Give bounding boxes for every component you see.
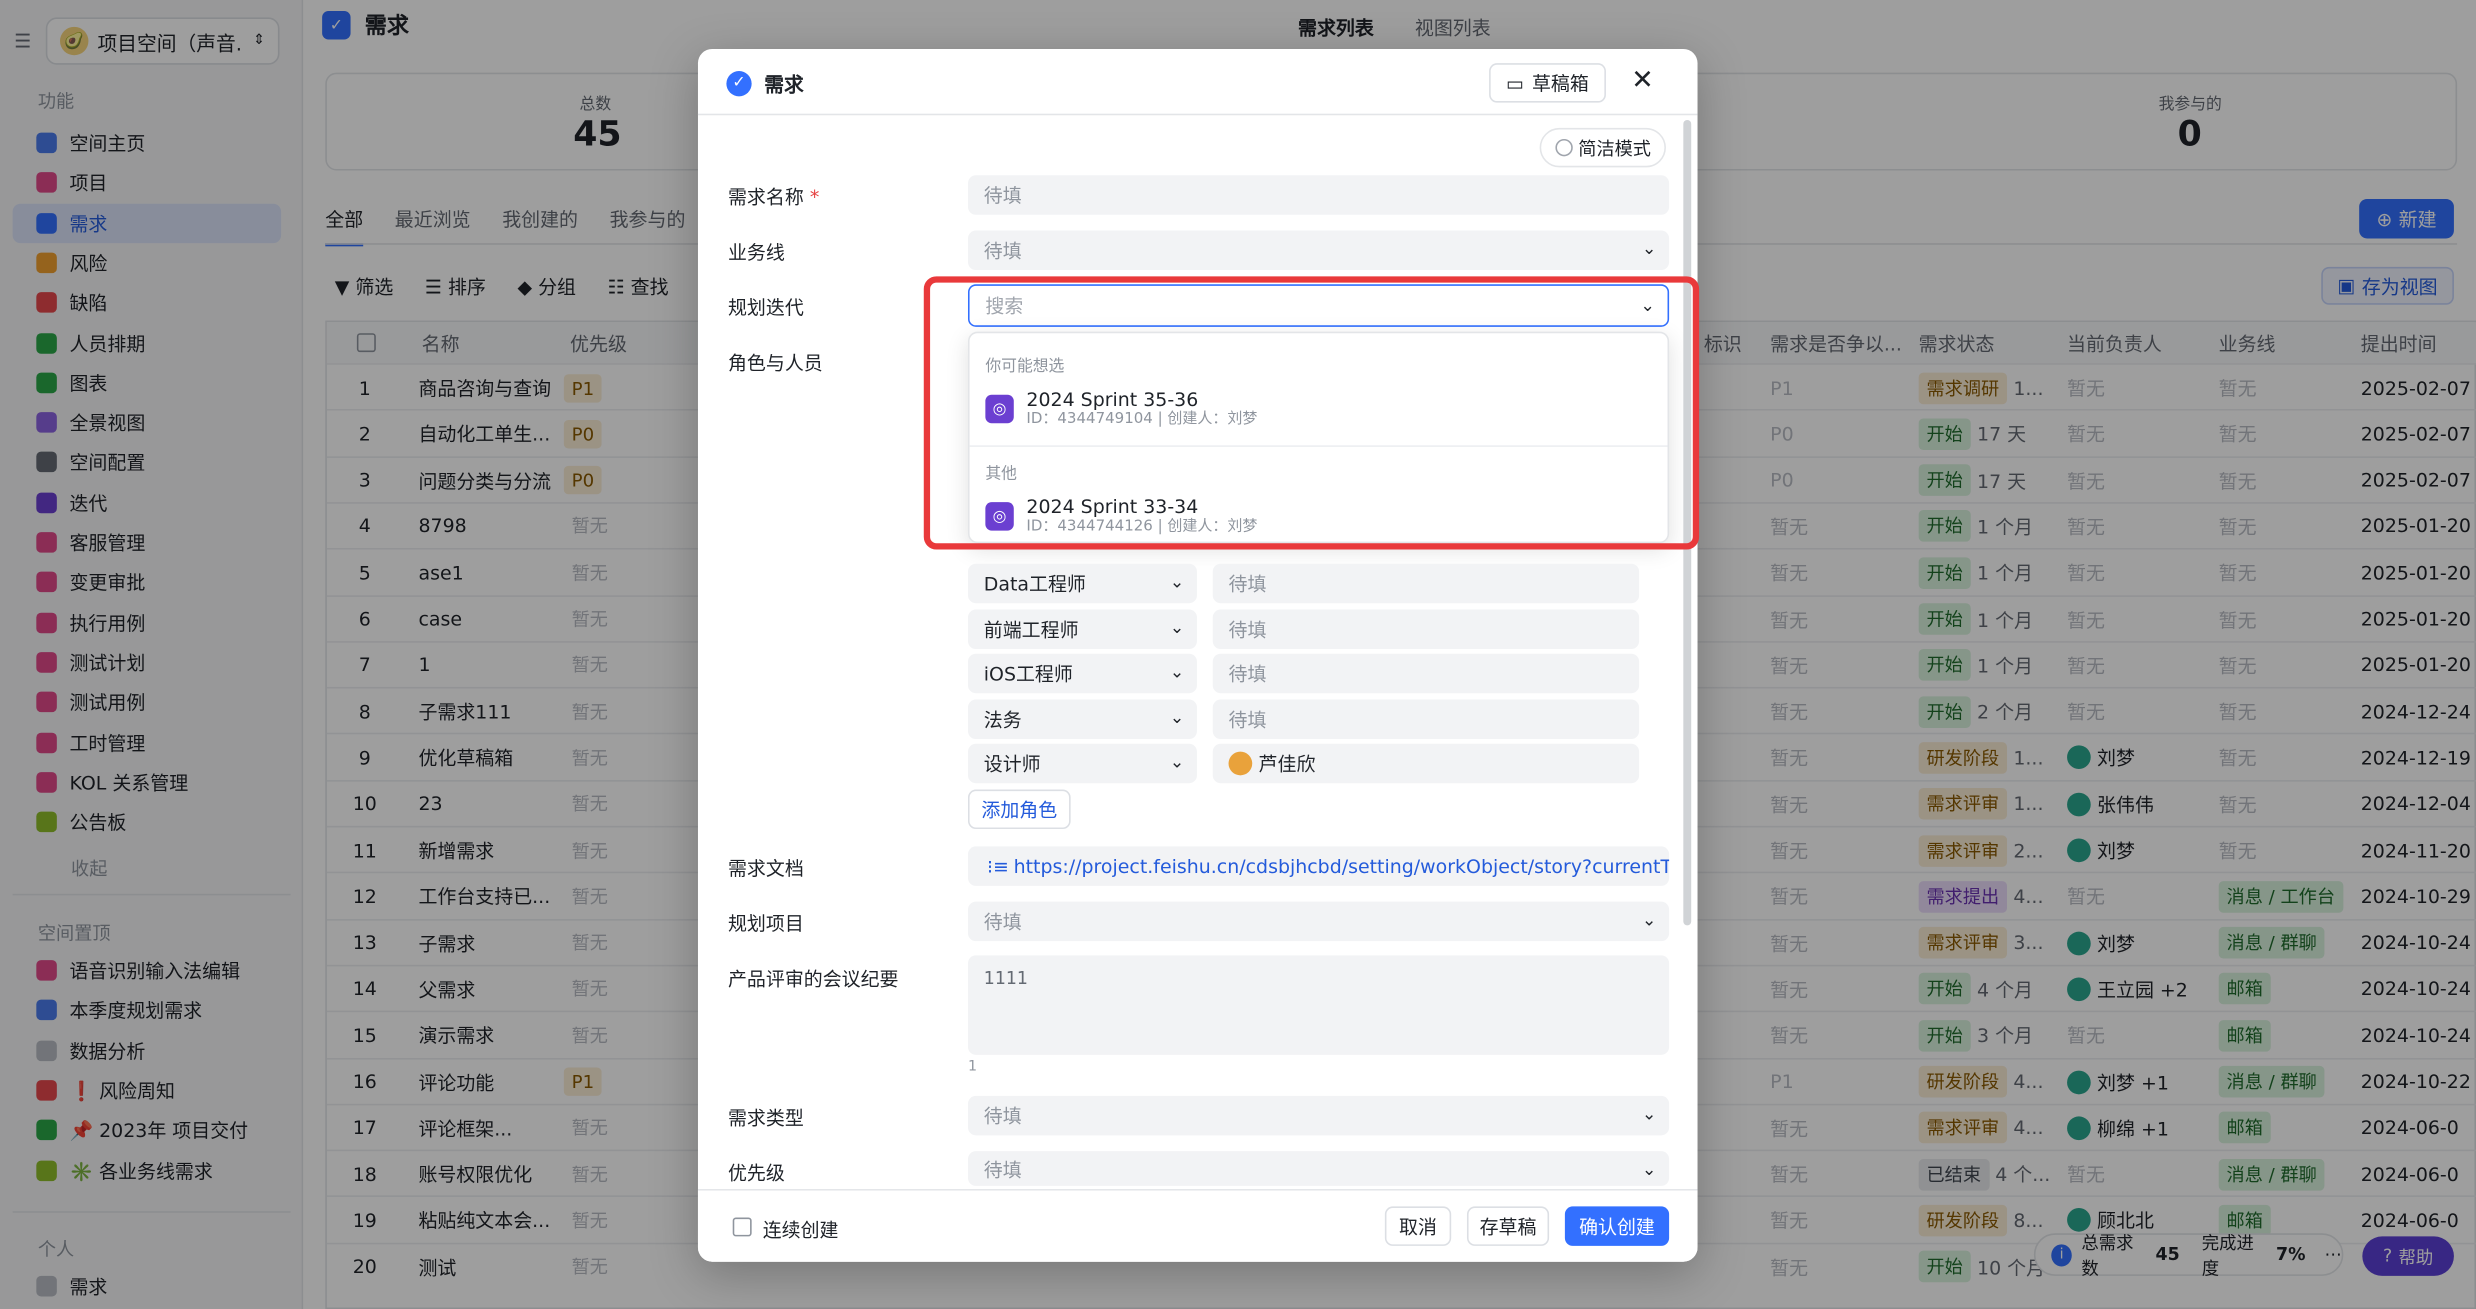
chevron-down-icon: ⌄ (1169, 661, 1185, 683)
avatar (1228, 751, 1253, 776)
chevron-down-icon: ⌄ (1641, 1103, 1657, 1125)
doc-label: 需求文档 (727, 857, 804, 880)
biz-label: 业务线 (727, 241, 785, 264)
radio-icon (1554, 138, 1572, 157)
role-select[interactable]: 法务 ⌄ (967, 698, 1197, 739)
modal-title-group: ✓ 需求 (726, 68, 804, 98)
role-select[interactable]: 前端工程师 ⌄ (967, 608, 1197, 649)
continuous-checkbox[interactable] (732, 1217, 752, 1237)
highlight-box (923, 276, 1700, 550)
name-label-text: 需求名称 (727, 186, 804, 209)
modal-header: ✓ 需求 ▭ 草稿箱 ✕ (697, 49, 1698, 116)
simple-mode-toggle[interactable]: 简洁模式 (1539, 127, 1666, 168)
minutes-label: 产品评审的会议纪要 (727, 967, 899, 991)
draft-box-label: 草稿箱 (1531, 72, 1589, 95)
role-person-input[interactable]: 待填 (1212, 653, 1640, 694)
project-placeholder: 待填 (983, 911, 1022, 934)
role-name: iOS工程师 (983, 663, 1073, 686)
modal-footer: 连续创建 取消 存草稿 确认创建 (697, 1189, 1698, 1262)
list-icon: ⁝≡ (986, 855, 1009, 878)
continuous-label: 连续创建 (762, 1219, 839, 1242)
priority-placeholder: 待填 (983, 1158, 1022, 1181)
role-name: Data工程师 (983, 573, 1086, 596)
doc-link-text: https://project.feishu.cn/cdsbjhcbd/sett… (1013, 855, 1670, 878)
priority-label: 优先级 (727, 1162, 785, 1185)
role-person-value: 待填 (1228, 663, 1267, 686)
chevron-down-icon: ⌄ (1169, 616, 1185, 638)
role-person-value: 待填 (1228, 618, 1267, 641)
biz-select[interactable]: 待填 ⌄ (967, 230, 1670, 271)
iteration-label: 规划迭代 (727, 296, 804, 319)
draft-box-button[interactable]: ▭ 草稿箱 (1489, 63, 1606, 103)
add-role-button[interactable]: 添加角色 (967, 789, 1071, 830)
role-person-input[interactable]: 待填 (1212, 563, 1640, 604)
priority-select[interactable]: 待填 ⌄ (967, 1151, 1670, 1186)
chevron-down-icon: ⌄ (1169, 751, 1185, 773)
chevron-down-icon: ⌄ (1641, 238, 1657, 259)
confirm-create-button[interactable]: 确认创建 (1564, 1206, 1670, 1246)
name-input[interactable]: 待填 (967, 175, 1670, 215)
chevron-down-icon: ⌄ (1169, 706, 1185, 728)
project-label: 规划项目 (727, 912, 804, 935)
create-requirement-modal: ✓ 需求 ▭ 草稿箱 ✕ 简洁模式 需求名称 * 待填 业务线 待填 ⌄ 规划迭代… (697, 48, 1698, 1262)
chevron-down-icon: ⌄ (1169, 571, 1185, 593)
name-label: 需求名称 * (728, 183, 819, 210)
simple-mode-label: 简洁模式 (1578, 136, 1651, 159)
chevron-down-icon: ⌄ (1641, 909, 1657, 931)
role-name: 设计师 (983, 753, 1041, 776)
role-name: 法务 (983, 708, 1022, 731)
role-person-input[interactable]: 待填 (1212, 698, 1640, 739)
role-select[interactable]: Data工程师 ⌄ (967, 563, 1197, 604)
cancel-button[interactable]: 取消 (1384, 1206, 1452, 1246)
role-select[interactable]: iOS工程师 ⌄ (967, 653, 1197, 694)
role-person-value: 待填 (1228, 573, 1267, 596)
type-select[interactable]: 待填 ⌄ (967, 1095, 1670, 1136)
name-placeholder: 待填 (983, 184, 1022, 207)
modal-title: 需求 (764, 72, 804, 97)
role-person-input[interactable]: 待填 (1212, 608, 1640, 649)
biz-placeholder: 待填 (983, 240, 1022, 263)
role-select[interactable]: 设计师 ⌄ (967, 743, 1197, 784)
minutes-count: 1 (967, 1059, 978, 1076)
role-person-value: 芦佳欣 (1258, 753, 1316, 776)
minutes-textarea[interactable]: 1111 (967, 955, 1670, 1055)
type-label: 需求类型 (727, 1106, 804, 1130)
inbox-icon: ▭ (1506, 71, 1525, 94)
close-icon[interactable]: ✕ (1631, 65, 1654, 97)
chevron-down-icon: ⌄ (1641, 1159, 1657, 1180)
app-root: ☰ 🥑 项目空间（声音... ⇕ 功能 空间主页 项目 需求 风险 缺陷 人员排期 图表 全景… (0, 0, 2476, 1309)
role-person-input[interactable]: 芦佳欣 (1212, 743, 1640, 784)
roles-label: 角色与人员 (727, 352, 823, 375)
required-mark: * (809, 186, 820, 209)
save-draft-button[interactable]: 存草稿 (1466, 1206, 1550, 1246)
doc-link[interactable]: ⁝≡ https://project.feishu.cn/cdsbjhcbd/s… (967, 846, 1670, 886)
role-name: 前端工程师 (983, 618, 1079, 641)
project-select[interactable]: 待填 ⌄ (967, 901, 1670, 942)
type-placeholder: 待填 (983, 1105, 1022, 1128)
role-person-value: 待填 (1228, 708, 1267, 731)
requirement-icon: ✓ (726, 70, 752, 96)
